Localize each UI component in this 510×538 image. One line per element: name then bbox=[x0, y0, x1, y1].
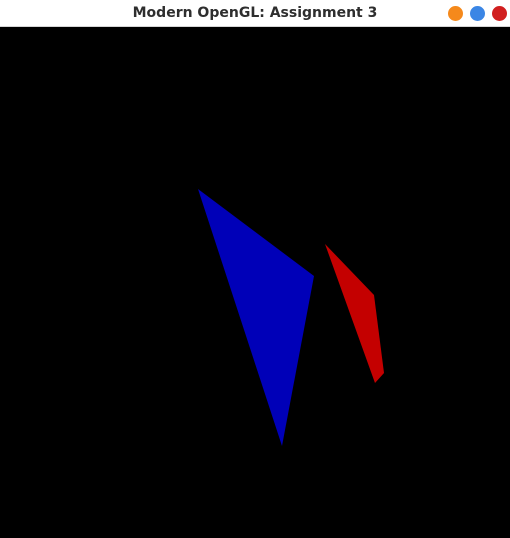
opengl-canvas[interactable] bbox=[0, 27, 510, 538]
title-bar[interactable]: Modern OpenGL: Assignment 3 bbox=[0, 0, 510, 27]
blue-triangle bbox=[198, 189, 314, 446]
minimize-button[interactable] bbox=[448, 6, 463, 21]
red-quad bbox=[325, 244, 384, 383]
close-button[interactable] bbox=[492, 6, 507, 21]
window-title: Modern OpenGL: Assignment 3 bbox=[132, 5, 378, 21]
maximize-button[interactable] bbox=[470, 6, 485, 21]
scene-svg bbox=[198, 189, 384, 446]
app-window: Modern OpenGL: Assignment 3 bbox=[0, 0, 510, 538]
